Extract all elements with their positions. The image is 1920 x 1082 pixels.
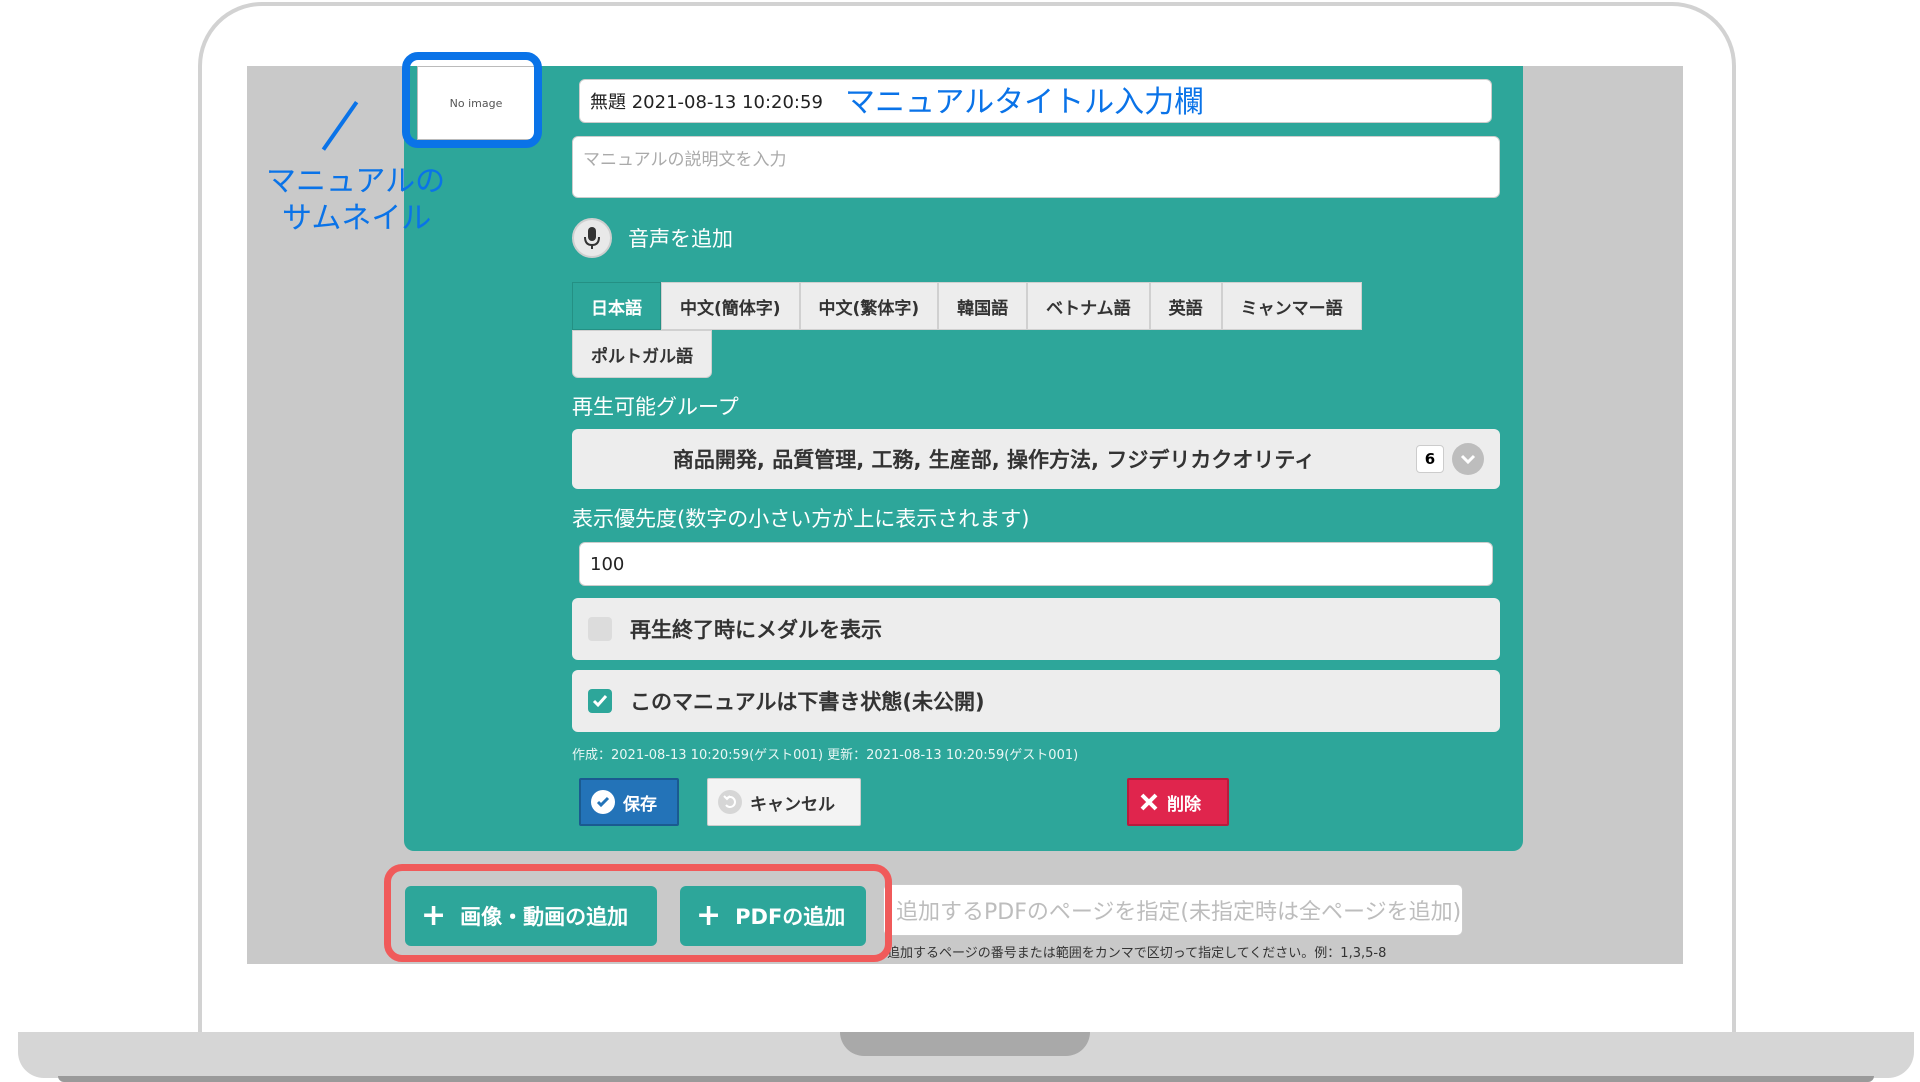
- draft-checkbox[interactable]: [588, 689, 612, 713]
- playable-groups-select[interactable]: 商品開発, 品質管理, 工務, 生産部, 操作方法, フジデリカクオリティ 6: [572, 429, 1500, 489]
- tab-chinese-simplified[interactable]: 中文(簡体字): [661, 282, 800, 330]
- tab-english[interactable]: 英語: [1149, 282, 1222, 330]
- playable-groups-value: 商品開発, 品質管理, 工務, 生産部, 操作方法, フジデリカクオリティ: [672, 448, 1316, 472]
- thumbnail-annotation-line1: マニュアルの: [266, 164, 446, 199]
- pdf-pages-placeholder: 追加するPDFのページを指定(未指定時は全ページを追加): [896, 900, 1462, 925]
- tab-chinese-traditional[interactable]: 中文(繁体字): [799, 282, 939, 330]
- add-buttons-highlight: [384, 864, 892, 962]
- manual-edit-panel: No image 無題 2021-08-13 10:20:59 マニュアルの説明…: [404, 66, 1523, 851]
- laptop-notch: [840, 1032, 1090, 1056]
- medal-label: 再生終了時にメダルを表示: [630, 618, 882, 642]
- cancel-button[interactable]: キャンセル: [707, 778, 861, 826]
- delete-button[interactable]: 削除: [1127, 778, 1229, 826]
- chevron-down-icon[interactable]: [1452, 443, 1484, 475]
- description-placeholder: マニュアルの説明文を入力: [583, 150, 787, 170]
- save-label: 保存: [623, 794, 657, 815]
- description-input[interactable]: マニュアルの説明文を入力: [572, 136, 1500, 198]
- medal-checkbox[interactable]: [588, 617, 612, 641]
- priority-input[interactable]: 100: [579, 542, 1493, 586]
- language-tabs: 日本語 中文(簡体字) 中文(繁体字) 韓国語 ベトナム語 英語 ミャンマー語 …: [572, 282, 1382, 378]
- tab-korean[interactable]: 韓国語: [938, 282, 1028, 330]
- thumbnail-highlight: [402, 52, 542, 148]
- title-annotation: マニュアルタイトル入力欄: [845, 85, 1205, 120]
- add-audio-label: 音声を追加: [628, 227, 733, 251]
- draft-label: このマニュアルは下書き状態(未公開): [630, 690, 985, 714]
- pdf-pages-help: 追加するページの番号または範囲をカンマで区切って指定してください。例：1,3,5…: [887, 946, 1387, 961]
- draft-option[interactable]: このマニュアルは下書き状態(未公開): [572, 670, 1500, 732]
- priority-value: 100: [590, 553, 625, 575]
- undo-icon: [718, 790, 742, 814]
- add-audio[interactable]: 音声を追加: [572, 218, 733, 258]
- laptop-base-shadow: [58, 1076, 1874, 1082]
- tab-portuguese[interactable]: ポルトガル語: [572, 330, 712, 378]
- cancel-label: キャンセル: [750, 794, 835, 815]
- close-icon: [1139, 792, 1159, 812]
- created-updated-info: 作成：2021-08-13 10:20:59(ゲスト001) 更新：2021-0…: [572, 748, 1079, 763]
- thumbnail-annotation-line2: サムネイル: [282, 201, 432, 236]
- group-count-badge: 6: [1416, 445, 1444, 473]
- pdf-pages-input[interactable]: 追加するPDFのページを指定(未指定時は全ページを追加): [883, 884, 1463, 936]
- screen: No image 無題 2021-08-13 10:20:59 マニュアルの説明…: [247, 66, 1683, 964]
- microphone-icon[interactable]: [572, 218, 612, 258]
- tab-japanese[interactable]: 日本語: [572, 282, 661, 330]
- save-button[interactable]: 保存: [579, 778, 679, 826]
- tab-burmese[interactable]: ミャンマー語: [1221, 282, 1362, 330]
- medal-option[interactable]: 再生終了時にメダルを表示: [572, 598, 1500, 660]
- title-value: 無題 2021-08-13 10:20:59: [590, 92, 823, 113]
- tab-vietnamese[interactable]: ベトナム語: [1027, 282, 1150, 330]
- priority-label: 表示優先度(数字の小さい方が上に表示されます): [572, 507, 1030, 531]
- check-icon: [591, 790, 615, 814]
- delete-label: 削除: [1167, 794, 1201, 815]
- playable-groups-label: 再生可能グループ: [572, 395, 739, 419]
